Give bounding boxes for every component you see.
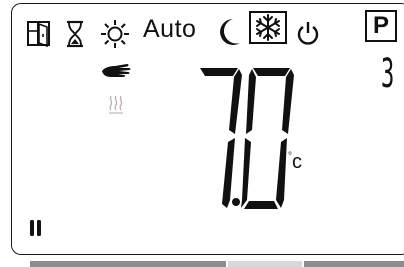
sun-icon[interactable] (100, 19, 130, 49)
status-bar-segment-3 (304, 261, 404, 267)
snowflake-icon (256, 14, 280, 41)
pause-icon[interactable] (29, 219, 43, 237)
temperature-readout (200, 68, 294, 209)
auto-mode-label[interactable]: Auto (143, 15, 196, 44)
status-bar-segment-2 (228, 261, 302, 267)
window-open-icon[interactable] (27, 21, 51, 47)
moon-icon[interactable] (216, 17, 242, 47)
unit-letter: c (292, 151, 302, 173)
program-number: 3 (381, 51, 395, 97)
power-icon[interactable] (296, 20, 320, 46)
program-indicator: P (365, 10, 397, 42)
hourglass-icon[interactable] (66, 20, 84, 48)
hand-icon (102, 64, 131, 77)
status-bar-segment-1 (30, 261, 226, 267)
heating-icon (109, 95, 123, 114)
temperature-unit: °c (288, 151, 302, 174)
